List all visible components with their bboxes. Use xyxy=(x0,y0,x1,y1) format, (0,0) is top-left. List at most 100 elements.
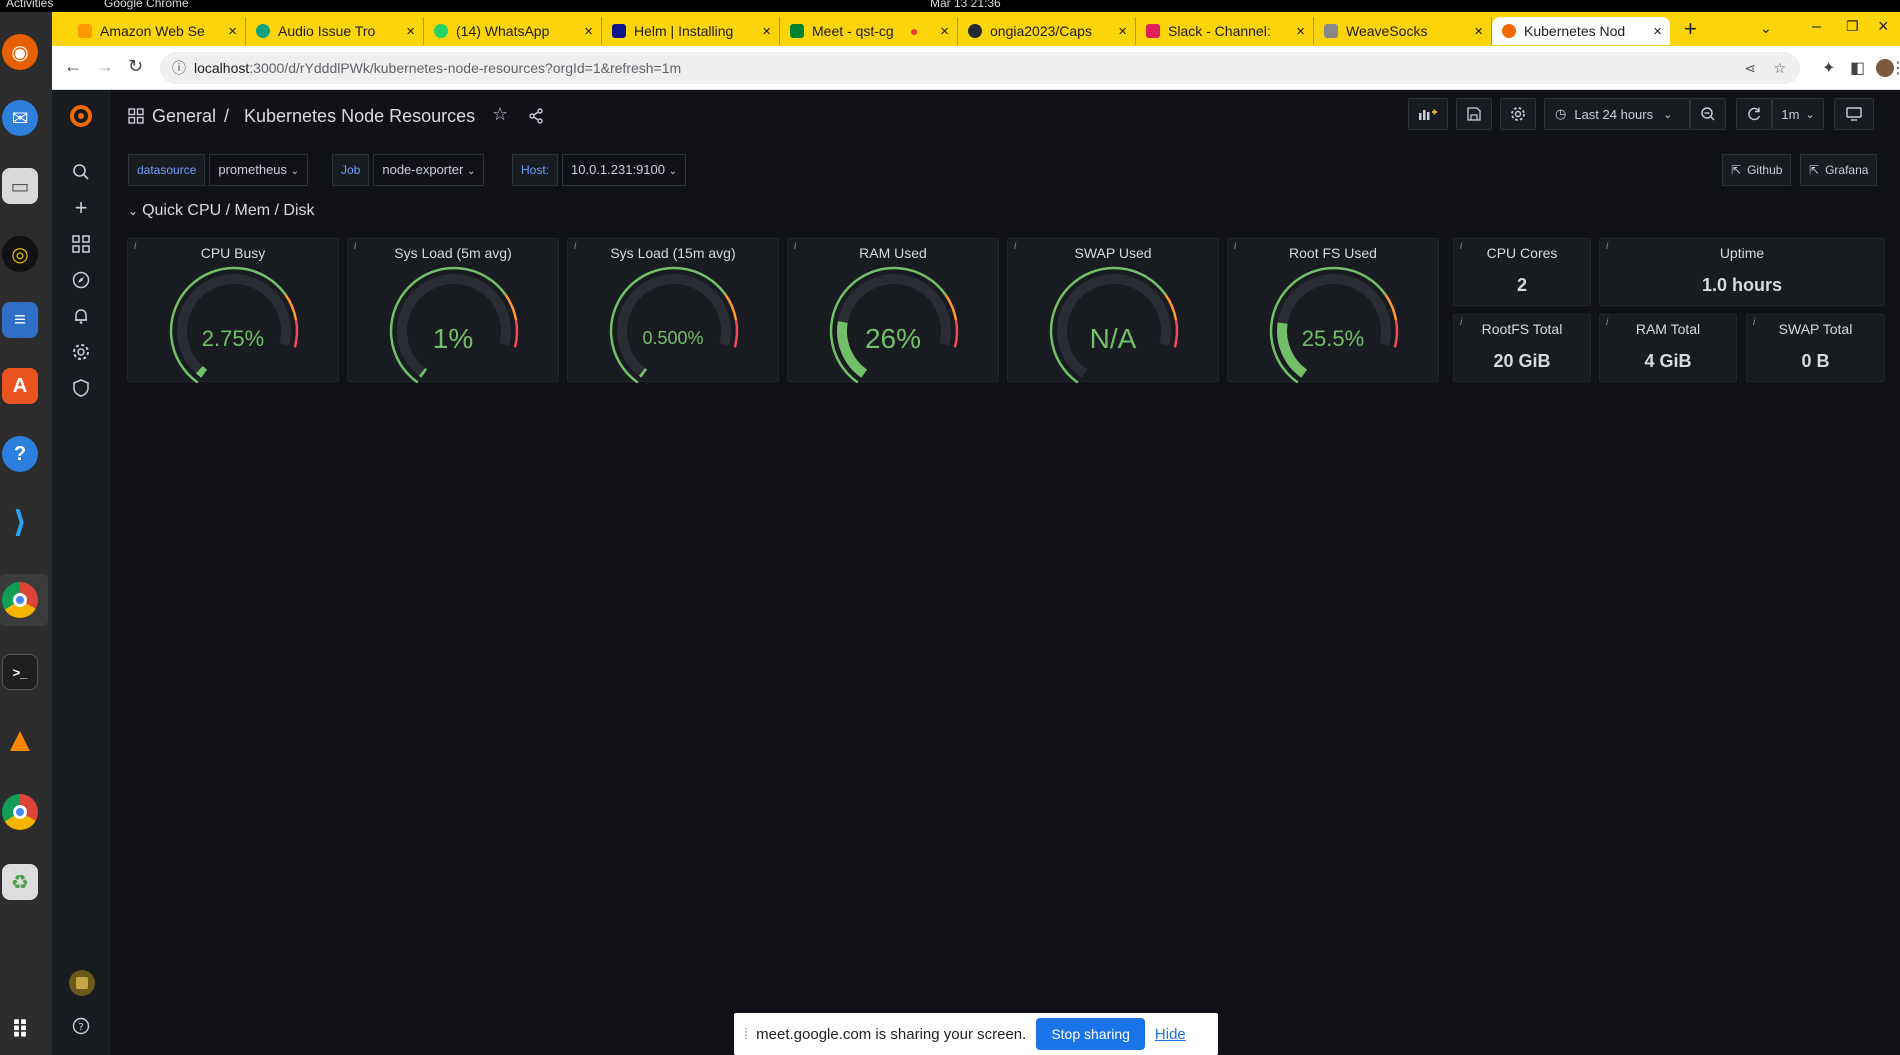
close-tab-icon[interactable]: × xyxy=(584,23,593,40)
gauge-panel[interactable]: i CPU Busy 2.75% xyxy=(127,238,339,383)
close-tab-icon[interactable]: × xyxy=(1118,23,1127,40)
grafana-link[interactable]: ⇱ Grafana xyxy=(1800,154,1878,186)
variable-value: 10.0.1.231:9100 xyxy=(571,162,665,177)
url-bar[interactable]: ⓘ localhost:3000/d/rYdddlPWk/kubernetes-… xyxy=(160,52,1800,84)
hide-share-bar-link[interactable]: Hide xyxy=(1155,1026,1186,1043)
thunderbird-icon[interactable]: ✉ xyxy=(2,100,38,136)
explore-icon[interactable] xyxy=(69,268,93,292)
browser-tab-active[interactable]: Kubernetes Nod × xyxy=(1492,17,1670,45)
alerting-bell-icon[interactable] xyxy=(69,304,93,328)
new-tab-button[interactable]: + xyxy=(1684,16,1697,42)
side-panel-icon[interactable]: ◧ xyxy=(1850,58,1865,78)
chrome-icon[interactable] xyxy=(2,582,38,618)
trash-icon[interactable]: ♻ xyxy=(2,864,38,900)
close-tab-icon[interactable]: × xyxy=(940,23,949,40)
drag-handle-icon[interactable]: ⁞ xyxy=(744,1026,748,1043)
save-dashboard-icon[interactable] xyxy=(1456,98,1492,130)
dashboards-icon[interactable] xyxy=(69,232,93,256)
stat-panel[interactable]: i RootFS Total 20 GiB xyxy=(1453,314,1591,382)
browser-tab[interactable]: Audio Issue Tro × xyxy=(246,17,424,45)
panel-title: SWAP Total xyxy=(1778,321,1853,337)
stat-panel[interactable]: i SWAP Total 0 B xyxy=(1746,314,1885,382)
close-window-icon[interactable]: × xyxy=(1878,16,1889,37)
variable-select[interactable]: prometheus ⌄ xyxy=(209,154,309,186)
stat-panel[interactable]: i Uptime 1.0 hours xyxy=(1599,238,1885,306)
page-title[interactable]: Kubernetes Node Resources xyxy=(244,106,475,127)
browser-tab[interactable]: (14) WhatsApp × xyxy=(424,17,602,45)
vlc-icon[interactable]: ▲ xyxy=(2,721,38,759)
extensions-icon[interactable]: ✦ xyxy=(1822,58,1835,78)
chrome-menu-icon[interactable]: ⋮ xyxy=(1890,58,1900,78)
bookmark-star-icon[interactable]: ☆ xyxy=(1773,52,1786,84)
search-icon[interactable] xyxy=(69,160,93,184)
gauge-value-arc xyxy=(195,365,208,378)
stat-panel[interactable]: i RAM Total 4 GiB xyxy=(1599,314,1737,382)
vscode-icon[interactable]: ⟩ xyxy=(2,504,38,540)
create-icon[interactable]: + xyxy=(69,195,93,220)
close-tab-icon[interactable]: × xyxy=(406,23,415,40)
browser-tab[interactable]: Slack - Channel: × xyxy=(1136,17,1314,45)
tab-title: WeaveSocks xyxy=(1346,23,1428,39)
user-avatar[interactable] xyxy=(69,970,95,996)
reload-icon[interactable]: ↻ xyxy=(128,56,143,77)
system-clock[interactable]: Mar 13 21:36 xyxy=(930,0,1001,9)
show-apps-icon[interactable]: ⠿ xyxy=(2,1012,38,1048)
zoom-out-icon[interactable] xyxy=(1690,98,1726,130)
close-tab-icon[interactable]: × xyxy=(228,23,237,40)
gauge-panel[interactable]: i Root FS Used 25.5% xyxy=(1227,238,1439,383)
gauge-panel[interactable]: i Sys Load (15m avg) 0.500% xyxy=(567,238,779,383)
software-center-icon[interactable]: A xyxy=(2,368,38,404)
star-icon[interactable]: ☆ xyxy=(492,104,508,125)
terminal-icon[interactable]: >_ xyxy=(2,654,38,690)
server-admin-shield-icon[interactable] xyxy=(69,376,93,400)
gauge-value: 26% xyxy=(864,323,922,354)
refresh-interval-picker[interactable]: 1m ⌄ xyxy=(1772,98,1824,130)
browser-tab[interactable]: Amazon Web Se × xyxy=(68,17,246,45)
share-icon[interactable] xyxy=(528,108,544,129)
browser-tab[interactable]: Helm | Installing × xyxy=(602,17,780,45)
stop-sharing-button[interactable]: Stop sharing xyxy=(1036,1018,1145,1050)
variable-select[interactable]: node-exporter ⌄ xyxy=(373,154,485,186)
stat-panel[interactable]: i CPU Cores 2 xyxy=(1453,238,1591,306)
breadcrumb-folder[interactable]: General xyxy=(152,106,216,127)
row-header[interactable]: ⌄ Quick CPU / Mem / Disk xyxy=(128,202,315,220)
maximize-window-icon[interactable]: ❐ xyxy=(1846,18,1859,35)
variable-select[interactable]: 10.0.1.231:9100 ⌄ xyxy=(562,154,687,186)
site-info-icon[interactable]: ⓘ xyxy=(172,52,186,84)
row-title: Quick CPU / Mem / Disk xyxy=(142,202,315,219)
time-range-picker[interactable]: ◷ Last 24 hours ⌄ xyxy=(1544,98,1690,130)
refresh-icon[interactable] xyxy=(1736,98,1772,130)
close-tab-icon[interactable]: × xyxy=(762,23,771,40)
back-icon[interactable]: ← xyxy=(64,56,82,77)
gauge-panel[interactable]: i RAM Used 26% xyxy=(787,238,999,383)
help-circle-icon[interactable]: ? xyxy=(69,1014,93,1038)
activities-button[interactable]: Activities xyxy=(6,0,53,9)
configuration-gear-icon[interactable] xyxy=(69,340,93,364)
grafana-logo-icon[interactable] xyxy=(69,104,93,128)
gauge-panel[interactable]: i SWAP Used N/A xyxy=(1007,238,1219,383)
dashboard-settings-gear-icon[interactable] xyxy=(1500,98,1536,130)
dashboard-main: General / Kubernetes Node Resources ☆ ◷ L… xyxy=(110,90,1900,1055)
stat-value: 1.0 hours xyxy=(1701,275,1783,295)
forward-icon[interactable]: → xyxy=(96,56,114,77)
writer-icon[interactable]: ≡ xyxy=(2,302,38,338)
browser-tab[interactable]: WeaveSocks × xyxy=(1314,17,1492,45)
browser-tab[interactable]: Meet - qst-cg ● × xyxy=(780,17,958,45)
help-icon[interactable]: ? xyxy=(2,436,38,472)
share-page-icon[interactable]: ⋖ xyxy=(1744,52,1756,84)
close-tab-icon[interactable]: × xyxy=(1653,23,1662,40)
close-tab-icon[interactable]: × xyxy=(1474,23,1483,40)
close-tab-icon[interactable]: × xyxy=(1296,23,1305,40)
gauge-panel[interactable]: i Sys Load (5m avg) 1% xyxy=(347,238,559,383)
tv-mode-icon[interactable] xyxy=(1834,98,1874,130)
minimize-window-icon[interactable]: – xyxy=(1812,18,1821,36)
tab-search-icon[interactable]: ⌄ xyxy=(1760,20,1772,37)
firefox-icon[interactable]: ◉ xyxy=(2,34,38,70)
chrome-secondary-icon[interactable] xyxy=(2,794,38,830)
add-panel-button[interactable] xyxy=(1408,98,1448,130)
active-app-name: Google Chrome xyxy=(104,0,189,10)
browser-tab[interactable]: ongia2023/Caps × xyxy=(958,17,1136,45)
github-link[interactable]: ⇱ Github xyxy=(1722,154,1792,186)
rhythmbox-icon[interactable]: ◎ xyxy=(2,236,38,272)
files-icon[interactable]: ▭ xyxy=(2,168,38,204)
